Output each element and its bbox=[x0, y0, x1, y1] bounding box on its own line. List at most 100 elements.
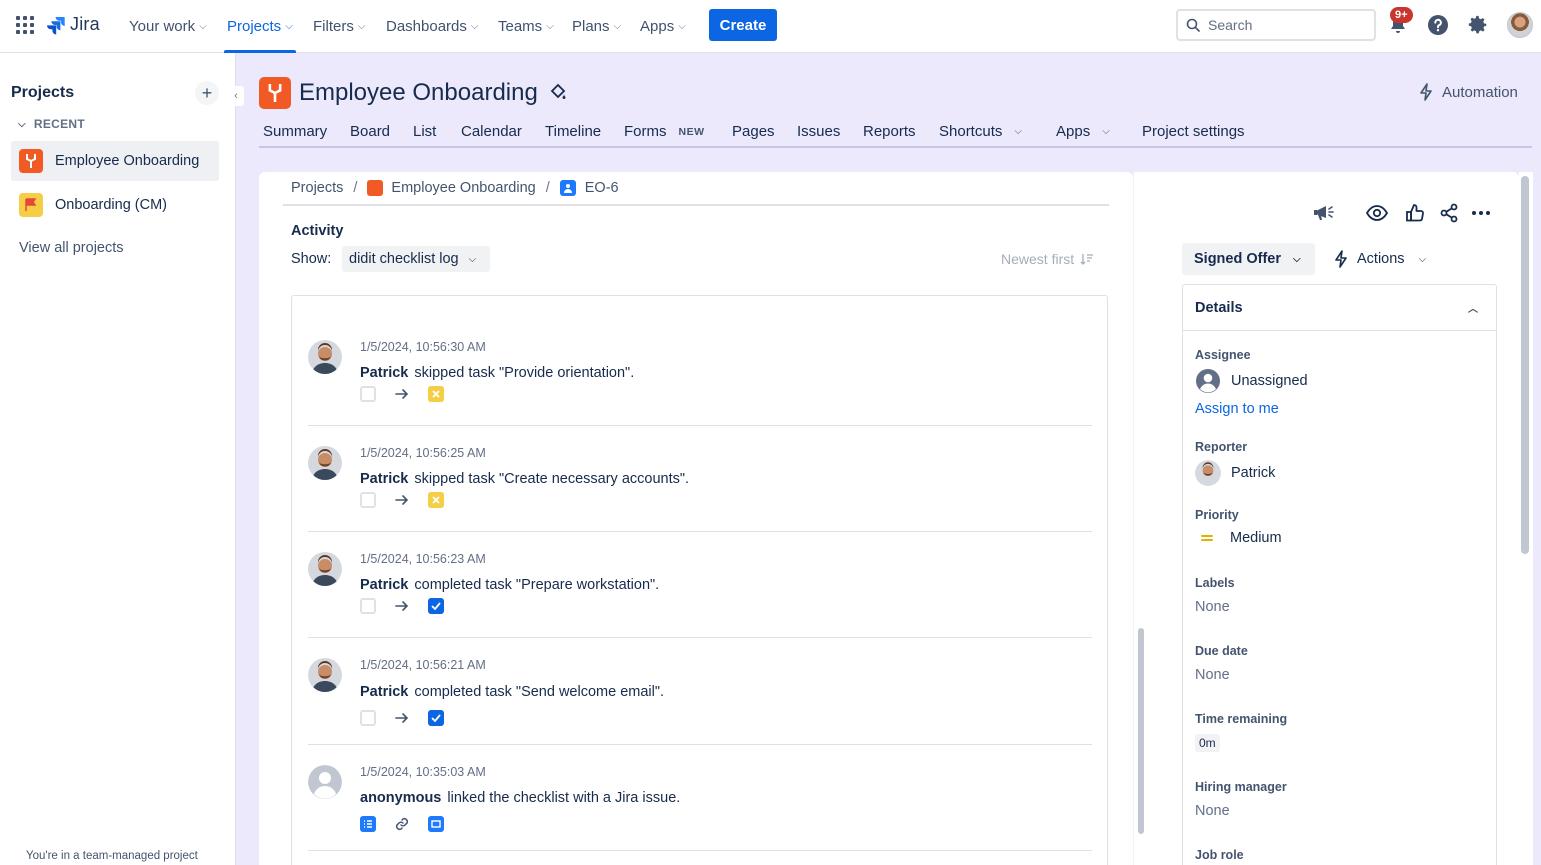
chevron-up-icon: ︿ bbox=[1468, 304, 1478, 315]
priority-field[interactable]: Medium bbox=[1195, 530, 1282, 546]
user-avatar[interactable] bbox=[308, 340, 342, 374]
entry-user[interactable]: Patrick bbox=[360, 577, 408, 593]
breadcrumb-project-icon bbox=[367, 180, 384, 196]
nav-teams[interactable]: Teams ⌵ bbox=[498, 0, 554, 52]
nav-dashboards[interactable]: Dashboards ⌵ bbox=[386, 0, 478, 52]
breadcrumb-separator: / bbox=[545, 180, 550, 196]
tab-label: Pages bbox=[732, 123, 775, 140]
issue-type-icon bbox=[559, 180, 576, 196]
project-title: Employee Onboarding bbox=[299, 79, 538, 106]
entry-user[interactable]: Patrick bbox=[360, 365, 408, 381]
like-thumbs-up-icon[interactable] bbox=[1404, 202, 1426, 224]
breadcrumb-issue-key[interactable]: EO-6 bbox=[585, 180, 619, 196]
nav-label: Your work bbox=[129, 17, 196, 35]
sort-newest-first[interactable]: Newest first bbox=[1001, 251, 1094, 267]
chevron-down-icon: ⌵ bbox=[678, 20, 686, 32]
sidebar-project-employee-onboarding[interactable]: Employee Onboarding bbox=[11, 141, 219, 181]
tab-list[interactable]: List bbox=[413, 123, 436, 140]
tab-board[interactable]: Board bbox=[350, 123, 390, 140]
tab-forms[interactable]: Forms NEW bbox=[624, 123, 705, 140]
tab-issues[interactable]: Issues bbox=[797, 123, 840, 140]
labels-field[interactable]: None bbox=[1195, 599, 1230, 615]
hiring-manager-field[interactable]: None bbox=[1195, 803, 1230, 819]
entry-link-change bbox=[360, 816, 444, 832]
chevron-down-icon: ⌵ bbox=[199, 20, 207, 32]
user-avatar[interactable] bbox=[308, 658, 342, 692]
tab-reports[interactable]: Reports bbox=[863, 123, 916, 140]
recent-section-toggle[interactable]: ⌵ RECENT bbox=[18, 117, 85, 131]
tab-label: Reports bbox=[863, 123, 916, 140]
assign-to-me-link[interactable]: Assign to me bbox=[1195, 401, 1279, 417]
scrollbar-thumb[interactable] bbox=[1138, 628, 1144, 834]
tab-apps[interactable]: Apps ⌵ bbox=[1056, 123, 1110, 140]
activity-filter-select[interactable]: didit checklist log ⌵ bbox=[342, 246, 491, 272]
breadcrumb-project[interactable]: Employee Onboarding bbox=[391, 180, 535, 196]
nav-your-work[interactable]: Your work ⌵ bbox=[129, 0, 207, 52]
lightning-bolt-icon bbox=[1420, 83, 1432, 101]
nav-plans[interactable]: Plans ⌵ bbox=[572, 0, 621, 52]
assignee-field[interactable]: Unassigned bbox=[1195, 368, 1308, 394]
nav-projects[interactable]: Projects ⌵ bbox=[224, 0, 296, 53]
reporter-avatar bbox=[1195, 460, 1221, 486]
sidebar-footer: You're in a team-managed project bbox=[26, 850, 198, 862]
lightning-bolt-icon bbox=[1335, 250, 1347, 268]
arrow-right-icon bbox=[395, 389, 409, 399]
share-icon[interactable] bbox=[1438, 202, 1460, 224]
divider bbox=[308, 637, 1092, 638]
search-input[interactable] bbox=[1208, 17, 1358, 33]
tab-timeline[interactable]: Timeline bbox=[545, 123, 601, 140]
automation-button[interactable]: Automation bbox=[1418, 83, 1518, 101]
nav-label: Filters bbox=[313, 17, 354, 35]
divider bbox=[308, 531, 1092, 532]
tab-label: Apps bbox=[1056, 123, 1091, 140]
more-options-icon[interactable] bbox=[1470, 202, 1492, 224]
megaphone-icon[interactable] bbox=[1313, 202, 1335, 224]
watch-eye-icon[interactable] bbox=[1366, 202, 1388, 224]
notification-badge: 9+ bbox=[1390, 7, 1413, 23]
status-dropdown-button[interactable]: Signed Offer ⌵ bbox=[1182, 243, 1315, 275]
scrollbar-thumb[interactable] bbox=[1521, 176, 1529, 554]
entry-timestamp: 1/5/2024, 10:56:23 AM bbox=[360, 552, 486, 566]
settings-gear-icon[interactable] bbox=[1466, 13, 1490, 37]
help-icon[interactable] bbox=[1426, 13, 1450, 37]
create-button[interactable]: Create bbox=[709, 9, 777, 41]
due-date-field[interactable]: None bbox=[1195, 667, 1230, 683]
tab-pages[interactable]: Pages bbox=[732, 123, 775, 140]
paint-bucket-icon[interactable] bbox=[549, 83, 567, 104]
reporter-field[interactable]: Patrick bbox=[1195, 460, 1275, 486]
due-date-label: Due date bbox=[1195, 644, 1248, 658]
breadcrumb-projects[interactable]: Projects bbox=[291, 180, 343, 196]
tab-summary[interactable]: Summary bbox=[263, 123, 327, 140]
user-avatar[interactable] bbox=[308, 552, 342, 586]
chevron-down-icon: ⌵ bbox=[1014, 126, 1022, 137]
time-remaining-field[interactable]: 0m bbox=[1195, 734, 1220, 752]
app-switcher-icon[interactable] bbox=[14, 14, 36, 36]
tab-label: Board bbox=[350, 123, 391, 140]
breadcrumb-separator: / bbox=[353, 180, 358, 196]
chevron-down-icon: ⌵ bbox=[1293, 253, 1301, 265]
profile-avatar[interactable] bbox=[1507, 12, 1533, 38]
tab-label: Shortcuts bbox=[939, 123, 1003, 140]
details-header[interactable]: Details ︿ bbox=[1183, 285, 1496, 331]
details-scrollbar[interactable] bbox=[1519, 172, 1533, 865]
nav-apps[interactable]: Apps ⌵ bbox=[640, 0, 686, 52]
jira-logo[interactable]: Jira bbox=[46, 14, 100, 35]
add-project-button[interactable]: + bbox=[195, 81, 219, 105]
entry-user[interactable]: Patrick bbox=[360, 471, 408, 487]
view-all-projects-link[interactable]: View all projects bbox=[19, 240, 124, 256]
wrench-icon bbox=[19, 149, 43, 173]
tab-project-settings[interactable]: Project settings bbox=[1142, 123, 1245, 140]
reporter-value: Patrick bbox=[1231, 465, 1276, 481]
entry-user[interactable]: Patrick bbox=[360, 684, 408, 700]
tab-label: List bbox=[413, 123, 437, 140]
collapse-sidebar-button[interactable]: ‹ bbox=[228, 86, 244, 106]
user-avatar[interactable] bbox=[308, 446, 342, 480]
actions-button[interactable]: Actions ⌵ bbox=[1333, 243, 1426, 275]
activity-scrollbar[interactable] bbox=[1133, 172, 1147, 865]
tab-calendar[interactable]: Calendar bbox=[461, 123, 522, 140]
tab-shortcuts[interactable]: Shortcuts ⌵ bbox=[939, 123, 1022, 140]
nav-filters[interactable]: Filters ⌵ bbox=[313, 0, 365, 52]
search-box[interactable] bbox=[1176, 9, 1376, 41]
priority-value: Medium bbox=[1230, 530, 1282, 546]
sidebar-project-onboarding-cm[interactable]: Onboarding (CM) bbox=[11, 185, 219, 225]
